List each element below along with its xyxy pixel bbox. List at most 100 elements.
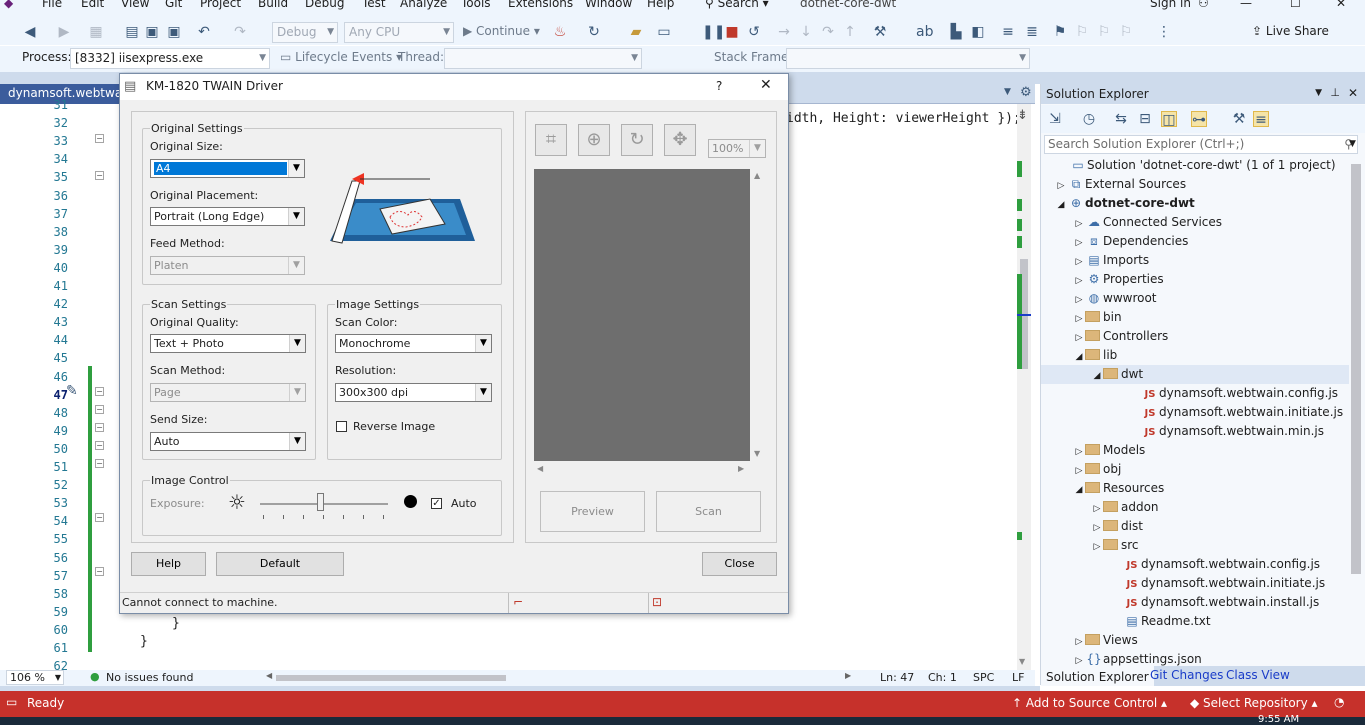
- menu-build[interactable]: Build: [258, 0, 288, 10]
- editor-vertical-scrollbar[interactable]: ▼: [1017, 104, 1031, 670]
- menu-analyze[interactable]: Analyze: [400, 0, 447, 10]
- breakpoint-tool-icon[interactable]: ▙: [948, 24, 964, 40]
- menu-window[interactable]: Window: [585, 0, 632, 10]
- auto-exposure-checkbox[interactable]: ✓: [431, 498, 442, 509]
- tree-item[interactable]: ▷ ▤ Imports: [1041, 251, 1349, 270]
- stop-icon[interactable]: ■: [724, 24, 740, 40]
- tree-item[interactable]: ▷ ⧈ Dependencies: [1041, 232, 1349, 251]
- tree-item[interactable]: ▷ bin: [1041, 308, 1349, 327]
- split-editor-icon[interactable]: ⇟: [1017, 108, 1028, 123]
- menu-extensions[interactable]: Extensions: [508, 0, 573, 10]
- sync-icon[interactable]: ⇆: [1113, 111, 1129, 127]
- tree-scrollbar-thumb[interactable]: [1351, 164, 1361, 574]
- line-indicator[interactable]: Ln: 47: [880, 671, 914, 684]
- minimize-icon[interactable]: —: [1240, 0, 1252, 10]
- properties-icon[interactable]: ⚒: [1231, 111, 1247, 127]
- process-combo[interactable]: [8332] iisexpress.exe ▼: [70, 48, 270, 69]
- tab-solution-explorer[interactable]: Solution Explorer: [1041, 666, 1154, 686]
- tree-item[interactable]: ▷ ⧉ External Sources: [1041, 175, 1349, 194]
- add-source-control-button[interactable]: ↑ Add to Source Control ▴: [1012, 696, 1167, 710]
- scroll-down-icon[interactable]: ▼: [1019, 657, 1025, 666]
- menu-tools[interactable]: Tools: [461, 0, 491, 10]
- show-next-statement-icon[interactable]: →: [776, 24, 792, 40]
- lifecycle-events-button[interactable]: ▭ Lifecycle Events ▾: [280, 50, 402, 64]
- step-into-icon[interactable]: ↓: [798, 24, 814, 40]
- live-share-button[interactable]: ⇪ Live Share: [1252, 24, 1329, 38]
- new-item-icon[interactable]: ▦: [88, 24, 104, 40]
- zoom-combo[interactable]: 106 % ▼: [6, 670, 64, 685]
- restart-icon[interactable]: ↺: [746, 24, 762, 40]
- tree-item[interactable]: JS dynamsoft.webtwain.initiate.js: [1041, 403, 1349, 422]
- collapse-all-icon[interactable]: ⊟: [1137, 111, 1153, 127]
- hot-reload-icon[interactable]: ♨: [552, 24, 568, 40]
- reverse-image-checkbox[interactable]: [336, 421, 347, 432]
- step-out-icon[interactable]: ↑: [842, 24, 858, 40]
- tree-item[interactable]: ▷ obj: [1041, 460, 1349, 479]
- default-button[interactable]: Default: [216, 552, 344, 576]
- zoom-combo[interactable]: 100% ▼: [708, 139, 766, 158]
- menu-edit[interactable]: Edit: [81, 0, 104, 10]
- original-size-combo[interactable]: A4 ▼: [150, 159, 305, 178]
- search-options-icon[interactable]: ▼: [1349, 135, 1363, 154]
- tab-settings-icon[interactable]: ⚙: [1020, 85, 1032, 100]
- whitespace-indicator[interactable]: SPC: [973, 671, 994, 684]
- feed-method-combo[interactable]: Platen ▼: [150, 256, 305, 275]
- resolution-combo[interactable]: 300x300 dpi ▼: [335, 383, 492, 402]
- issues-status[interactable]: No issues found: [106, 671, 193, 684]
- tree-item[interactable]: JS dynamsoft.webtwain.install.js: [1041, 593, 1349, 612]
- redo-icon[interactable]: ↷: [232, 24, 248, 40]
- fold-toggle[interactable]: −: [95, 171, 104, 180]
- preview-horizontal-scrollbar[interactable]: ◀ ▶: [534, 461, 750, 477]
- switch-views-icon[interactable]: ⇲: [1047, 111, 1063, 127]
- solution-platform-combo[interactable]: Any CPU ▼: [344, 22, 454, 43]
- preview-image-area[interactable]: [534, 169, 750, 461]
- toolbar-overflow-icon[interactable]: ⋮: [1156, 24, 1172, 40]
- history-icon[interactable]: ◷: [1081, 111, 1097, 127]
- move-icon[interactable]: ✥: [664, 124, 696, 156]
- solution-config-combo[interactable]: Debug ▼: [272, 22, 338, 43]
- tab-git-changes[interactable]: Git Changes: [1145, 666, 1228, 686]
- tree-item[interactable]: ▷ Models: [1041, 441, 1349, 460]
- search-box[interactable]: ⚲ Search ▾: [705, 0, 769, 10]
- forward-icon[interactable]: ▶: [56, 24, 72, 40]
- help-button[interactable]: Help: [131, 552, 206, 576]
- tree-item[interactable]: JS dynamsoft.webtwain.initiate.js: [1041, 574, 1349, 593]
- zoom-in-icon[interactable]: ⊕: [578, 124, 610, 156]
- back-icon[interactable]: ◀: [22, 24, 38, 40]
- sign-in-link[interactable]: Sign in: [1150, 0, 1191, 10]
- pause-icon[interactable]: ❚❚: [702, 24, 725, 40]
- tree-item[interactable]: ▷ ☁ Connected Services: [1041, 213, 1349, 232]
- scroll-down-icon[interactable]: ▼: [754, 449, 760, 458]
- solution-search-input[interactable]: Search Solution Explorer (Ctrl+;) ⚲: [1044, 135, 1358, 154]
- clear-bookmark-icon[interactable]: ⚐: [1118, 24, 1134, 40]
- line-ending-indicator[interactable]: LF: [1012, 671, 1024, 684]
- scan-color-combo[interactable]: Monochrome ▼: [335, 334, 492, 353]
- prev-bookmark-icon[interactable]: ⚐: [1074, 24, 1090, 40]
- menu-project[interactable]: Project: [200, 0, 241, 10]
- window-tool-icon[interactable]: ◧: [970, 24, 986, 40]
- next-bookmark-icon[interactable]: ⚐: [1096, 24, 1112, 40]
- fold-toggle[interactable]: −: [95, 441, 104, 450]
- continue-button[interactable]: ▶ Continue ▾: [463, 24, 540, 38]
- tree-item[interactable]: ◢ lib: [1041, 346, 1349, 365]
- menu-git[interactable]: Git: [165, 0, 182, 10]
- tree-item[interactable]: ▤ Readme.txt: [1041, 612, 1349, 631]
- tab-overflow-icon[interactable]: ▼: [1004, 87, 1011, 97]
- quick-action-brush-icon[interactable]: ✎: [66, 383, 78, 399]
- fold-toggle[interactable]: −: [95, 459, 104, 468]
- fold-toggle[interactable]: −: [95, 134, 104, 143]
- exposure-slider-thumb[interactable]: [317, 493, 325, 511]
- preview-selected-icon[interactable]: ⊶: [1191, 111, 1207, 128]
- tree-item[interactable]: ◢ dwt: [1041, 365, 1349, 384]
- scroll-left-icon[interactable]: ◀: [537, 464, 543, 473]
- undo-icon[interactable]: ↶: [196, 24, 212, 40]
- tree-item[interactable]: ◢ Resources: [1041, 479, 1349, 498]
- menu-view[interactable]: View: [121, 0, 149, 10]
- send-size-combo[interactable]: Auto ▼: [150, 432, 306, 451]
- tab-class-view[interactable]: Class View: [1221, 666, 1295, 686]
- tree-item[interactable]: ▷ Views: [1041, 631, 1349, 650]
- horizontal-scrollbar-thumb[interactable]: [276, 675, 506, 681]
- stack-frame-combo[interactable]: ▼: [786, 48, 1030, 69]
- pending-changes-icon[interactable]: ≡: [1253, 111, 1269, 128]
- fold-toggle[interactable]: −: [95, 405, 104, 414]
